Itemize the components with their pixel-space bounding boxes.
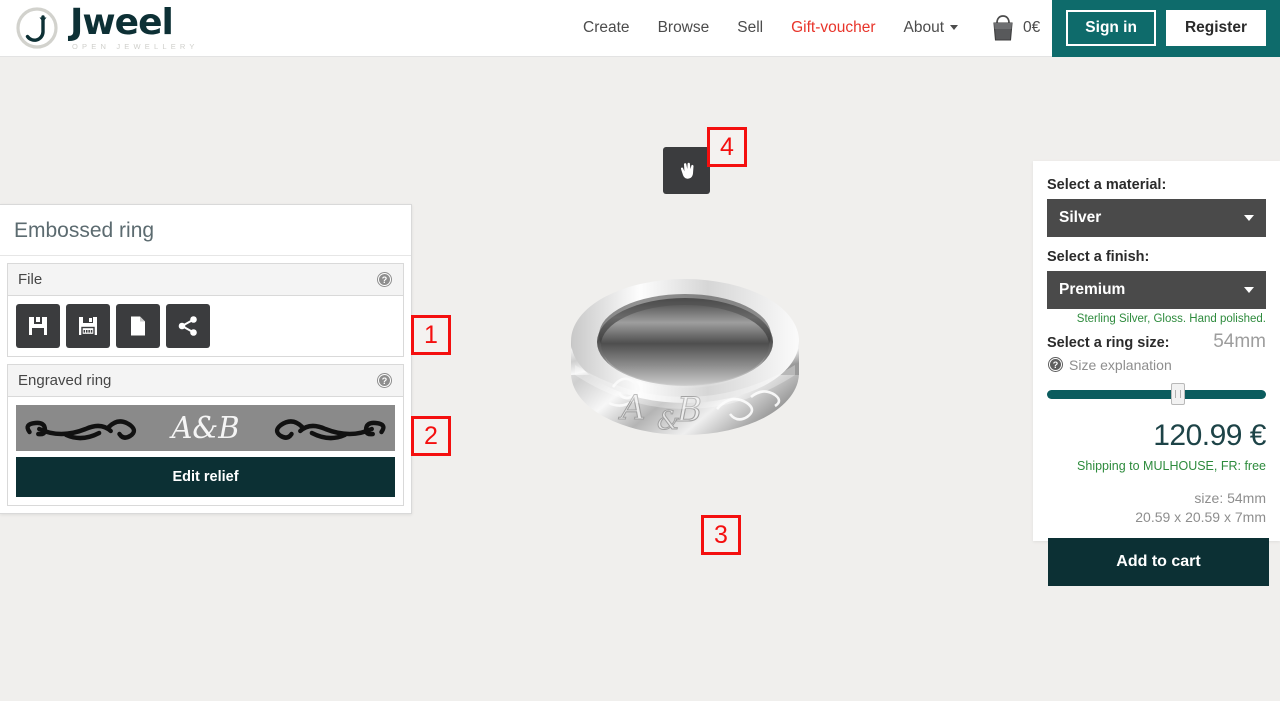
ring-size-row: Select a ring size: 54mm (1047, 331, 1266, 353)
slider-handle[interactable] (1171, 383, 1186, 405)
ring-3d-model[interactable]: A & B (565, 269, 805, 454)
section-engraved-title: Engraved ring (18, 372, 112, 389)
section-file-content (8, 296, 403, 356)
new-file-icon (131, 316, 145, 336)
brand-tagline: OPEN JEWELLERY (72, 42, 199, 52)
nav-item-gift-voucher[interactable]: Gift-voucher (777, 19, 889, 37)
pan-tool-button[interactable] (663, 147, 710, 194)
size-explanation-link[interactable]: ? Size explanation (1047, 356, 1266, 373)
site-header: Jweel OPEN JEWELLERY Create Browse Sell … (0, 0, 1280, 57)
dimension-box: 20.59 x 20.59 x 7mm (1135, 508, 1266, 525)
new-file-button[interactable] (116, 304, 160, 348)
register-button[interactable]: Register (1165, 10, 1266, 46)
sign-in-button[interactable]: Sign in (1066, 10, 1156, 46)
ring-size-slider[interactable] (1047, 383, 1266, 405)
brand-wordmark: Jweel (70, 2, 174, 44)
question-circle-icon: ? (1048, 357, 1063, 372)
chevron-down-icon (1244, 287, 1254, 293)
dimension-size: size: 54mm (1194, 490, 1266, 506)
save-icon (29, 317, 47, 335)
material-value: Silver (1059, 209, 1102, 226)
annotation-marker-4: 4 (707, 127, 747, 167)
section-file: File ? (7, 263, 404, 357)
share-button[interactable] (166, 304, 210, 348)
nav-item-about[interactable]: About (890, 19, 973, 37)
material-select[interactable]: Silver (1047, 199, 1266, 237)
app-root: Jweel OPEN JEWELLERY Create Browse Sell … (0, 0, 1280, 701)
finish-value: Premium (1059, 281, 1126, 298)
question-circle-icon[interactable]: ? (376, 271, 393, 288)
svg-text:?: ? (382, 275, 388, 285)
section-file-header: File ? (8, 264, 403, 296)
nav-item-sell[interactable]: Sell (723, 19, 777, 37)
tool-panel: Embossed ring File ? Engraved ring ? A&B… (0, 204, 412, 514)
svg-text:?: ? (1053, 360, 1059, 370)
add-to-cart-button[interactable]: Add to cart (1048, 538, 1269, 586)
slider-track (1047, 390, 1266, 399)
finish-description: Sterling Silver, Gloss. Hand polished. (1076, 313, 1266, 325)
panel-body: File ? Engraved ring ? A&B Edit relief (0, 256, 411, 513)
panel-title: Embossed ring (0, 205, 411, 256)
material-label: Select a material: (1047, 177, 1167, 193)
jweel-circle-logo-icon (16, 7, 58, 49)
share-icon (178, 316, 197, 336)
brand-logo[interactable]: Jweel OPEN JEWELLERY (14, 5, 199, 51)
section-engraved-content: A&B Edit relief (8, 397, 403, 505)
nav-item-create[interactable]: Create (569, 19, 644, 37)
chevron-down-icon (1244, 215, 1254, 221)
section-engraved-header: Engraved ring ? (8, 365, 403, 397)
cart-button[interactable]: 0€ (972, 14, 1052, 42)
svg-text:A&B: A&B (169, 411, 240, 446)
auth-actions: Sign in Register (1052, 0, 1280, 57)
annotation-marker-3: 3 (701, 515, 741, 555)
svg-text:B: B (676, 390, 702, 430)
save-as-button[interactable] (66, 304, 110, 348)
finish-label: Select a finish: (1047, 249, 1150, 265)
product-options-panel: Select a material: Silver Select a finis… (1033, 161, 1280, 541)
size-explanation-text: Size explanation (1069, 356, 1172, 373)
hand-pan-icon (680, 162, 694, 179)
annotation-marker-2: 2 (411, 416, 451, 456)
main-navigation: Create Browse Sell Gift-voucher About 0€ (569, 0, 1052, 57)
brand-text: Jweel OPEN JEWELLERY (70, 5, 199, 51)
shipping-info: Shipping to MULHOUSE, FR: free (1077, 459, 1266, 473)
product-price: 120.99 € (1153, 419, 1266, 452)
section-file-title: File (18, 271, 43, 288)
annotation-marker-1: 1 (411, 315, 451, 355)
cart-total: 0€ (1023, 19, 1041, 36)
nav-item-browse[interactable]: Browse (644, 19, 724, 37)
product-dimensions: size: 54mm 20.59 x 20.59 x 7mm (1047, 489, 1266, 527)
finish-select[interactable]: Premium (1047, 271, 1266, 309)
save-as-icon (79, 317, 97, 336)
question-circle-icon[interactable]: ? (376, 372, 393, 389)
relief-preview[interactable]: A&B (16, 405, 395, 451)
file-toolbar (16, 304, 395, 348)
ring-size-value: 54mm (1213, 331, 1266, 352)
ring-render: A & B (571, 279, 799, 435)
svg-text:?: ? (382, 376, 388, 386)
shopping-bag-icon (993, 15, 1013, 41)
section-engraved-ring: Engraved ring ? A&B Edit relief (7, 364, 404, 506)
save-button[interactable] (16, 304, 60, 348)
ring-size-label: Select a ring size: (1047, 335, 1170, 351)
edit-relief-button[interactable]: Edit relief (16, 457, 395, 497)
